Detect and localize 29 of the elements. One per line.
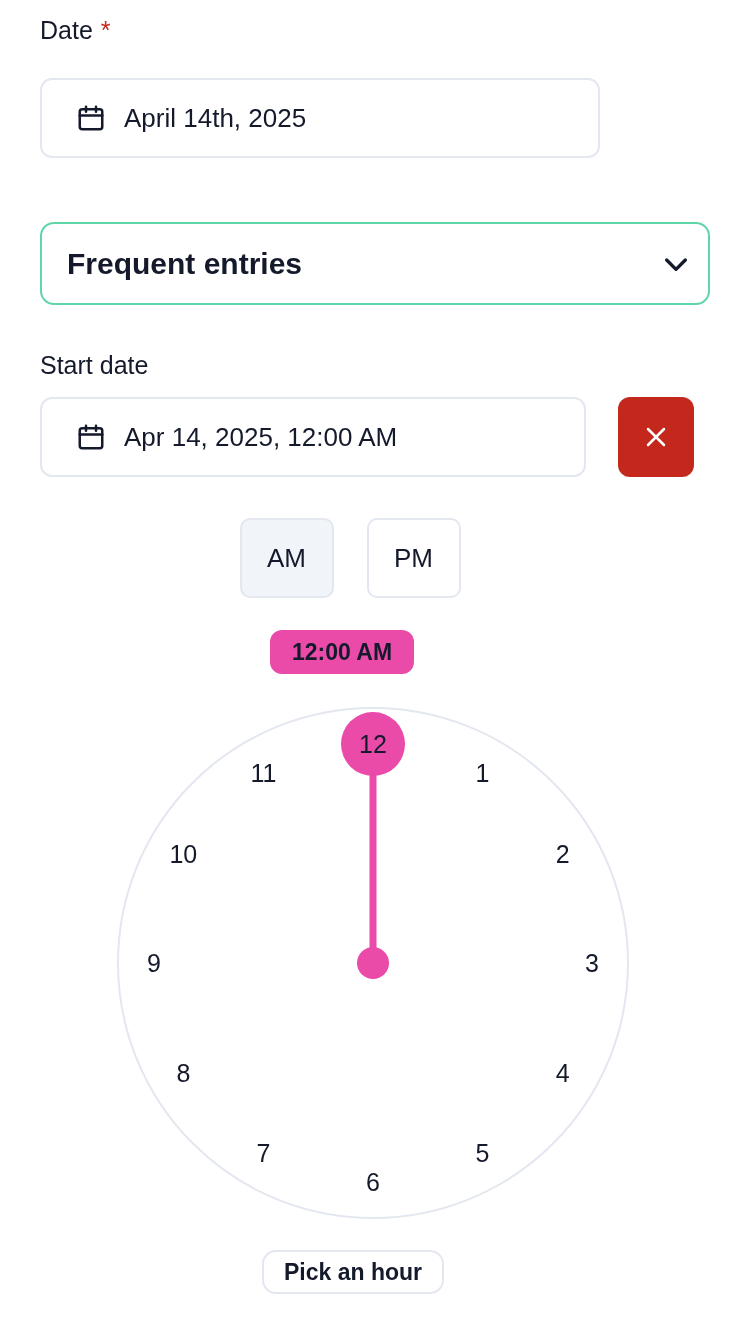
calendar-icon [76,422,106,452]
field-value: April 14th, 2025 [124,102,307,134]
dropdown[interactable]: Frequent entries [40,222,710,305]
clock-number[interactable]: 5 [475,1138,490,1167]
close-icon [644,425,668,449]
meridiem-toggle[interactable]: PM [366,518,461,598]
clock-number[interactable]: 2 [555,839,570,868]
clock-number[interactable]: 6 [366,1168,380,1196]
time-badge: 12:00 AM [269,630,415,674]
field-value: Apr 14, 2025, 12:00 AM [124,421,398,453]
meridiem-toggle[interactable]: AM [239,518,334,598]
field-label: Start date [40,351,149,380]
field-label: Date [40,16,93,45]
pick-hour-button[interactable]: Pick an hour [261,1250,444,1294]
clock-number[interactable]: 10 [169,839,198,868]
clear-button[interactable] [618,397,694,477]
clock-hand[interactable] [341,712,405,979]
clock-number[interactable]: 12 [359,730,387,758]
clock-number[interactable]: 1 [475,759,490,788]
clock-number[interactable]: 9 [147,949,161,977]
clock-number[interactable]: 3 [585,949,599,977]
date-field[interactable]: April 14th, 2025 [40,78,600,158]
clock-number[interactable]: 4 [555,1058,570,1087]
clock-number[interactable]: 11 [250,759,277,788]
calendar-icon [76,103,106,133]
clock-number[interactable]: 7 [256,1138,271,1167]
date-time-field[interactable]: Apr 14, 2025, 12:00 AM [40,397,586,477]
clock-number[interactable]: 8 [176,1058,191,1087]
required-mark: * [100,16,111,45]
